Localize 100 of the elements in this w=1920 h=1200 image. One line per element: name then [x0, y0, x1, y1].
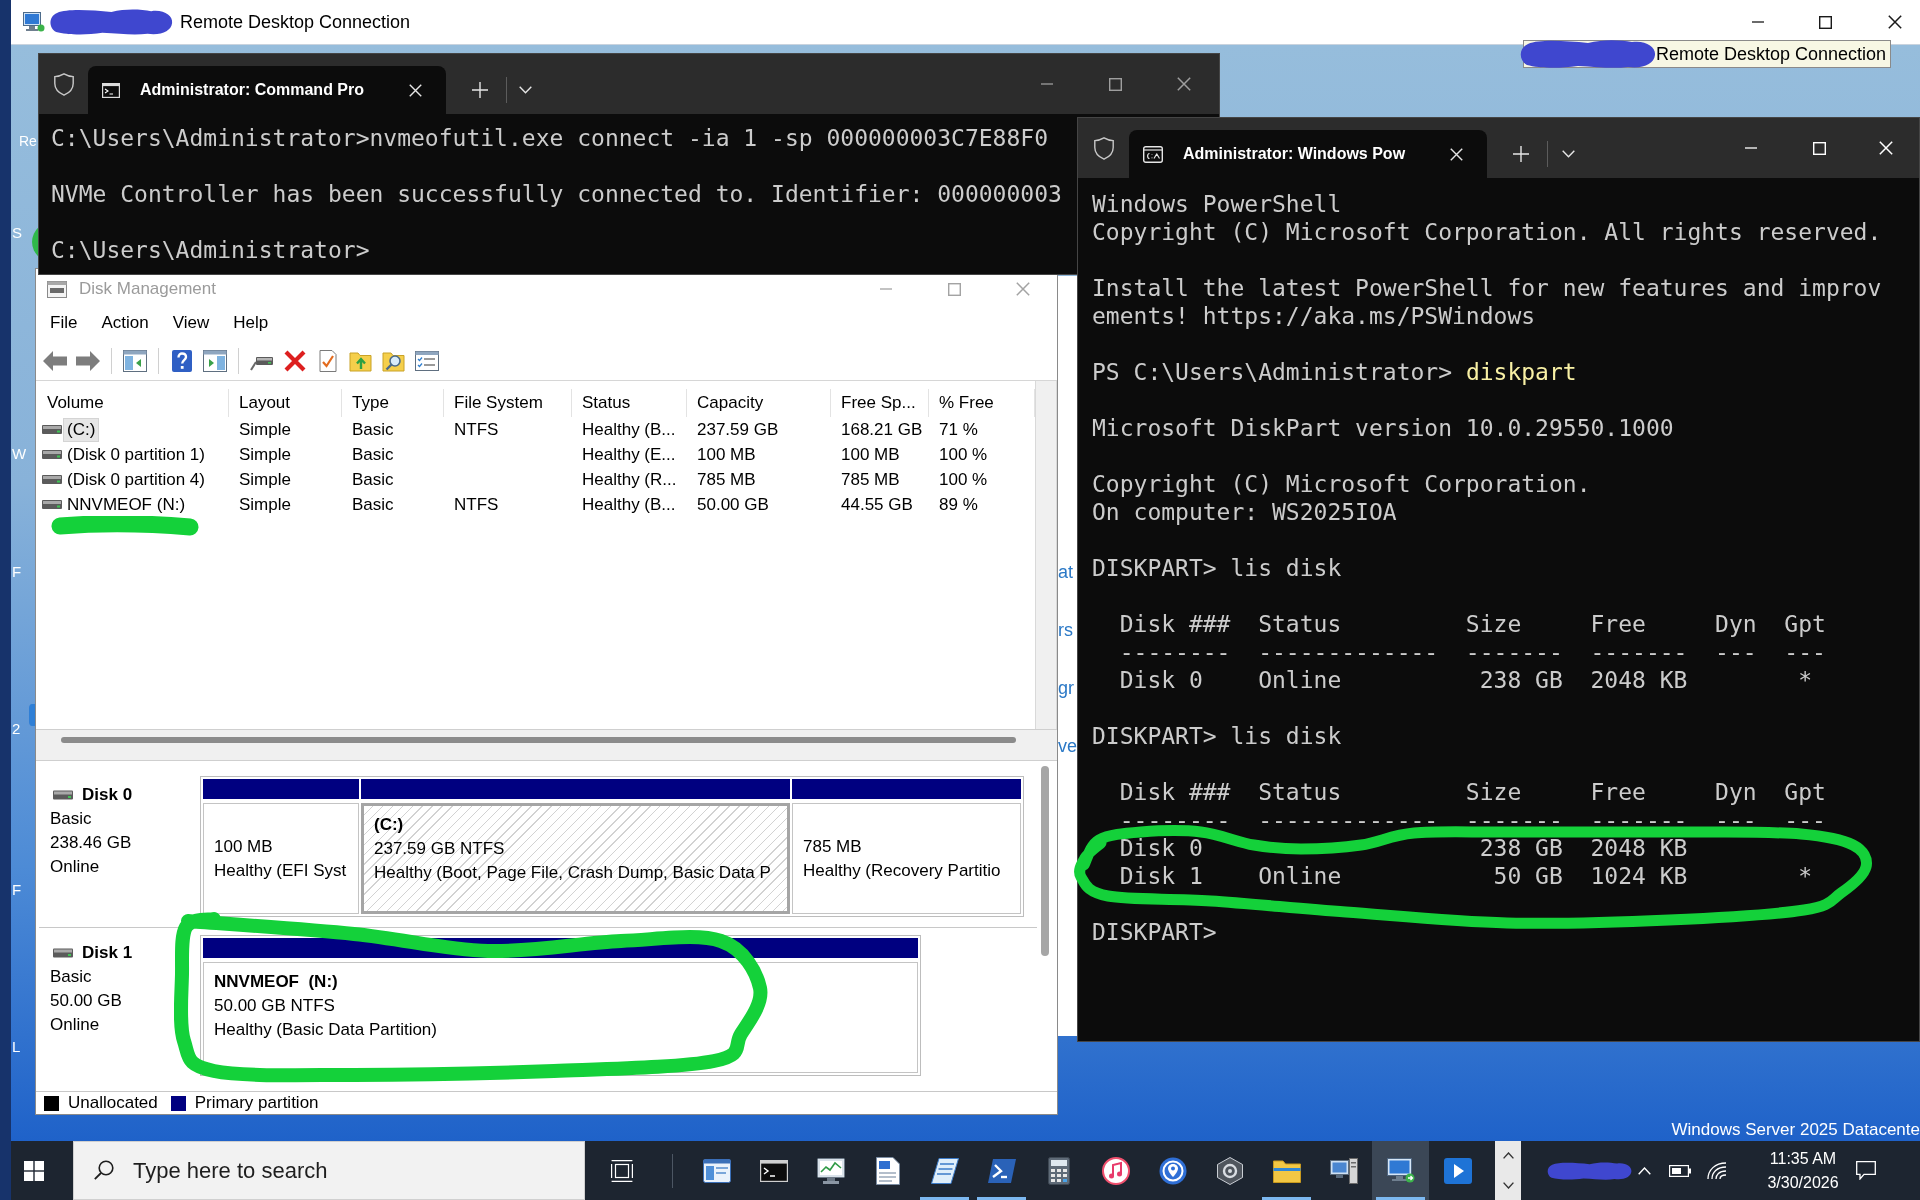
output-line: ements! https://aka.ms/PSWindows	[1092, 302, 1536, 330]
close-icon	[408, 83, 422, 97]
drive-icon	[42, 425, 62, 434]
drive-label[interactable]: (Disk 0 partition 1)	[64, 443, 208, 466]
battery-icon	[1669, 1164, 1691, 1177]
menu-item[interactable]: View	[160, 309, 222, 337]
partition-box[interactable]: 785 MB Healthy (Recovery Partitio	[792, 803, 1021, 914]
column-header[interactable]: Status	[572, 389, 687, 417]
menu-item[interactable]: Help	[221, 309, 281, 337]
scroll-up-button[interactable]	[1495, 1141, 1521, 1171]
monitor-icon	[1386, 1157, 1415, 1184]
scroll-down-button[interactable]	[1495, 1170, 1521, 1200]
menu-item[interactable]: Action	[89, 309, 161, 337]
maximize-icon	[1812, 141, 1826, 155]
folder-up-icon	[349, 349, 373, 372]
computer-icon	[1329, 1157, 1358, 1184]
column-header[interactable]: Layout	[229, 389, 342, 417]
desktop-icon-label: F	[12, 562, 22, 582]
disk-status: Online	[50, 856, 100, 878]
vertical-scrollbar[interactable]	[1035, 381, 1057, 729]
terminal-tab[interactable]: Administrator: Windows Pow	[1129, 130, 1487, 178]
terminal-icon	[102, 82, 120, 98]
delete-icon	[283, 349, 307, 372]
table-cell-text: Healthy (B...	[582, 493, 676, 516]
arrow-left-icon	[43, 349, 67, 372]
window-title: Remote Desktop Connection	[180, 10, 411, 34]
notification-icon	[1856, 1161, 1876, 1180]
table-cell-text: Healthy (R...	[582, 468, 677, 491]
partition-status: Healthy (Basic Data Partition)	[214, 1019, 437, 1041]
close-icon	[1879, 141, 1893, 155]
output-line: Disk ### Status Size Free Dyn Gpt	[1119, 610, 1826, 638]
terminal-tab[interactable]: Administrator: Command Pro	[88, 66, 446, 114]
partition-box[interactable]: (C:) 237.59 GB NTFS Healthy (Boot, Page File, Crash Dump, Basic Data P	[361, 803, 790, 914]
table-cell-text: 44.55 GB	[841, 493, 913, 516]
windows-logo-icon	[24, 1160, 44, 1181]
taskbar-app[interactable]	[1372, 1141, 1429, 1200]
vertical-scrollbar[interactable]	[1041, 766, 1049, 956]
partition-box[interactable]: NNVMEOF (N:) 50.00 GB NTFS Healthy (Basic Data Partition)	[203, 962, 918, 1073]
prompt-text: PS C:\Users\Administrator>	[1092, 358, 1453, 386]
column-header[interactable]: Free Sp...	[831, 389, 929, 417]
output-line: -------- ------------- ------- ------- --- ---	[1119, 806, 1826, 834]
table-cell-text: Simple	[239, 418, 291, 441]
column-header[interactable]: Capacity	[687, 389, 831, 417]
table-cell-text: NTFS	[454, 493, 499, 516]
drive-label[interactable]: (Disk 0 partition 4)	[64, 468, 208, 491]
table-cell-text: 785 MB	[841, 468, 900, 491]
column-header[interactable]: Type	[342, 389, 444, 417]
link-text-fragment: at	[1058, 561, 1073, 583]
close-icon	[1449, 147, 1463, 161]
table-cell-text: 71 %	[939, 418, 978, 441]
drive-icon	[42, 500, 62, 509]
partition-box[interactable]: 100 MB Healthy (EFI Syst	[203, 803, 359, 914]
output-line: Copyright (C) Microsoft Corporation.	[1092, 470, 1591, 498]
menu-item[interactable]: File	[38, 309, 90, 337]
drive-icon	[42, 450, 62, 459]
partition-label: NNVMEOF (N:)	[214, 971, 338, 993]
table-cell-text: 168.21 GB	[841, 418, 923, 441]
output-line: C:\Users\Administrator>	[51, 236, 370, 264]
minimize-icon	[1040, 83, 1054, 85]
legend-label: Unallocated	[68, 1092, 158, 1115]
column-header[interactable]: Volume	[37, 389, 229, 417]
output-line: Disk 1 Online 50 GB 1024 KB *	[1119, 862, 1813, 890]
maximize-icon	[1818, 15, 1832, 29]
terminal-icon	[759, 1159, 788, 1182]
plus-icon	[1513, 146, 1529, 162]
output-line: On computer: WS2025IOA	[1092, 498, 1397, 526]
output-line: DISKPART>	[1092, 918, 1217, 946]
document-icon	[875, 1156, 900, 1185]
table-cell-text: Simple	[239, 493, 291, 516]
computer-icon	[23, 11, 45, 33]
search-field[interactable]: Type here to search	[73, 1141, 585, 1200]
chevron-down-icon	[1561, 150, 1575, 158]
checklist-icon	[316, 349, 340, 372]
table-cell-text: 50.00 GB	[697, 493, 769, 516]
column-header[interactable]: File System	[444, 389, 572, 417]
disk-size: 50.00 GB	[50, 990, 122, 1012]
disk-name: Disk 0	[82, 784, 133, 806]
minimize-icon	[878, 288, 893, 290]
plus-icon	[472, 82, 488, 98]
panel-right-icon	[203, 349, 227, 372]
panel-left-icon	[123, 349, 147, 372]
close-icon	[1177, 77, 1191, 91]
desktop-icon-label: 2	[12, 719, 21, 739]
drive-label[interactable]: (C:)	[64, 418, 99, 441]
music-note-icon	[1101, 1156, 1130, 1185]
table-cell-text: Simple	[239, 468, 291, 491]
output-line: Copyright (C) Microsoft Corporation. All rights reserved.	[1092, 218, 1882, 246]
close-icon	[1016, 282, 1030, 296]
chart-monitor-icon	[816, 1157, 845, 1184]
maximize-icon	[948, 282, 961, 296]
tooltip-text: Remote Desktop Connection	[1656, 43, 1887, 65]
desktop-app-icon	[32, 227, 38, 257]
table-cell-text: NTFS	[454, 418, 499, 441]
partition-size: 785 MB	[803, 836, 862, 858]
desktop-app-icon	[29, 704, 35, 726]
horizontal-scrollbar[interactable]	[61, 737, 1016, 743]
drive-icon	[53, 790, 73, 800]
disk-size: 238.46 GB	[50, 832, 132, 854]
partition-label: (C:)	[374, 814, 404, 836]
drive-label[interactable]: NNVMEOF (N:)	[64, 493, 189, 516]
